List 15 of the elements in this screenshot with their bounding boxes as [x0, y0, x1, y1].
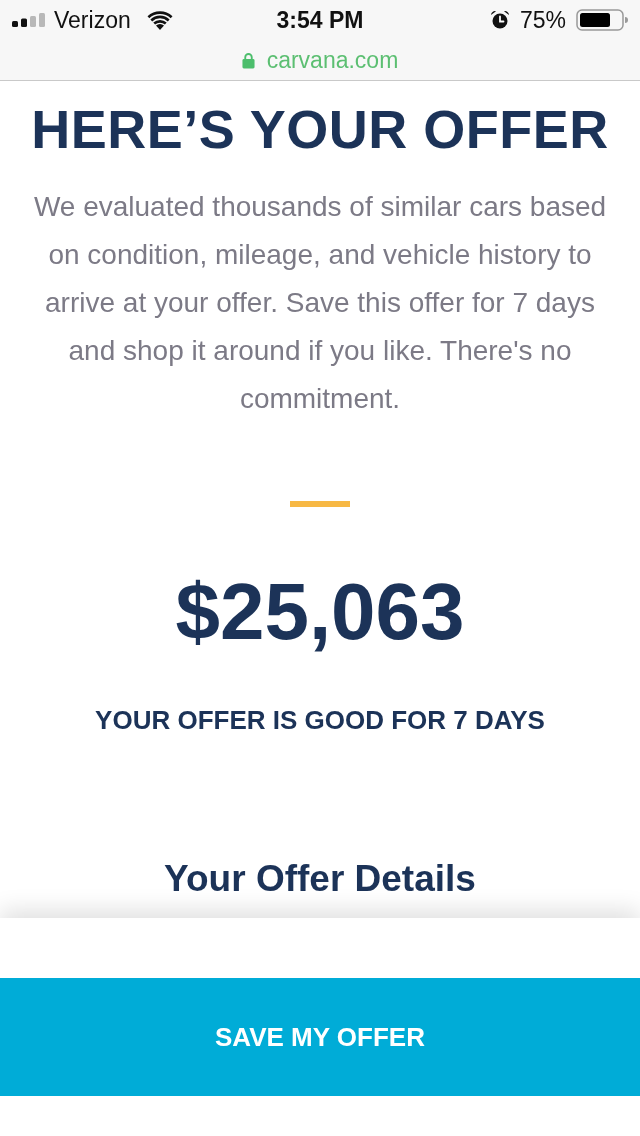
- signal-icon: [12, 13, 46, 27]
- offer-heading: HERE’S YOUR OFFER: [31, 99, 609, 159]
- wifi-icon: [146, 10, 173, 30]
- url-text[interactable]: carvana.com: [266, 46, 399, 74]
- battery-percentage: 75%: [519, 6, 566, 34]
- clock-time: 3:54 PM: [276, 6, 364, 34]
- battery-icon: [576, 9, 628, 31]
- accent-bar: [290, 501, 350, 507]
- alarm-clock-icon: [489, 10, 510, 30]
- save-offer-button[interactable]: SAVE MY OFFER: [0, 978, 640, 1096]
- details-heading: Your Offer Details: [164, 857, 476, 901]
- offer-validity: YOUR OFFER IS GOOD FOR 7 DAYS: [95, 705, 545, 735]
- offer-description: We evaluated thousands of similar cars based on condition, mileage, and vehicle history to arrive at your offer. Save this offer for 7 days and shop it around if you like. There's no commitment.: [32, 190, 608, 416]
- carrier-name: Verizon: [54, 6, 131, 34]
- offer-amount: $25,063: [175, 567, 465, 657]
